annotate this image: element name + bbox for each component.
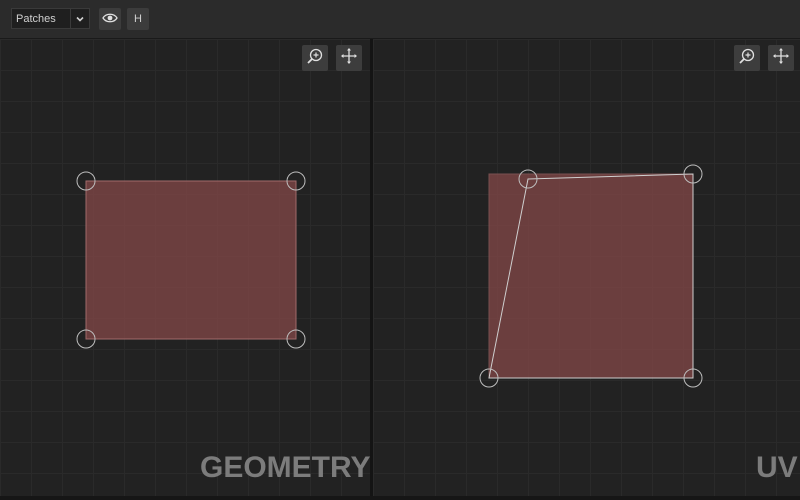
geometry-canvas — [76, 171, 306, 349]
uv-patch-outline — [488, 173, 694, 379]
mode-select-value: Patches — [16, 12, 56, 25]
geometry-viewport[interactable]: GEOMETRY — [0, 39, 370, 496]
visibility-toggle-button[interactable] — [99, 8, 121, 30]
mode-select[interactable]: Patches — [11, 8, 90, 29]
bottom-bar — [0, 496, 800, 500]
geometry-view-label: GEOMETRY — [200, 451, 370, 484]
chevron-down-icon — [70, 9, 89, 28]
h-button[interactable]: H — [127, 8, 149, 30]
uv-view-label: UV — [756, 451, 798, 484]
geometry-patch[interactable] — [85, 180, 297, 340]
uv-canvas — [479, 164, 703, 388]
eye-icon — [102, 12, 118, 27]
uv-viewport[interactable]: UV — [373, 39, 800, 496]
h-button-label: H — [134, 13, 142, 25]
toolbar: Patches H — [0, 0, 800, 39]
